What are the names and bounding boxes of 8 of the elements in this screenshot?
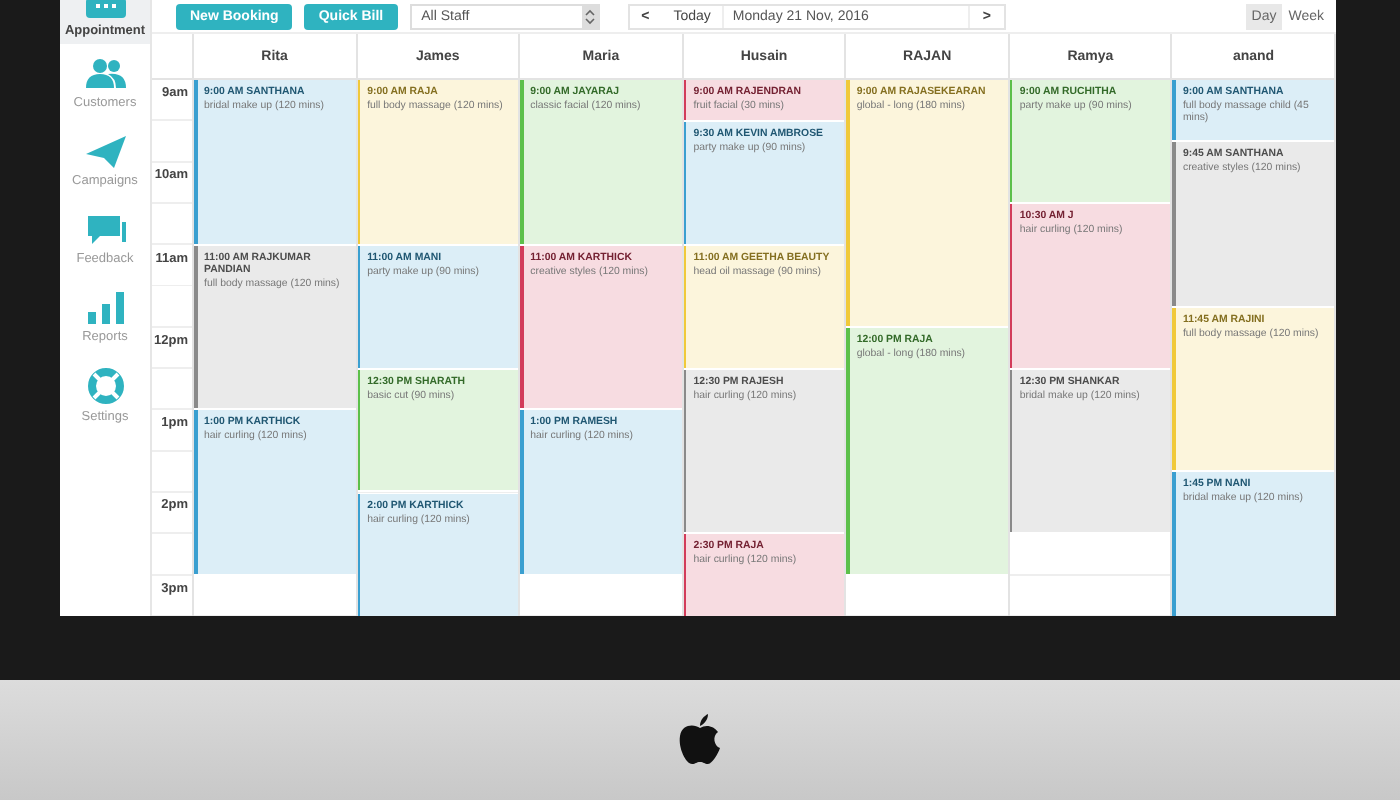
people-icon bbox=[85, 57, 125, 89]
grid-icon bbox=[85, 0, 125, 18]
chat-icon bbox=[85, 213, 125, 245]
bar-chart-icon bbox=[85, 291, 125, 323]
select-arrows-icon bbox=[581, 5, 598, 27]
paper-plane-icon bbox=[85, 135, 125, 167]
lifebuoy-icon bbox=[87, 367, 123, 403]
apple-logo-icon bbox=[678, 714, 722, 766]
